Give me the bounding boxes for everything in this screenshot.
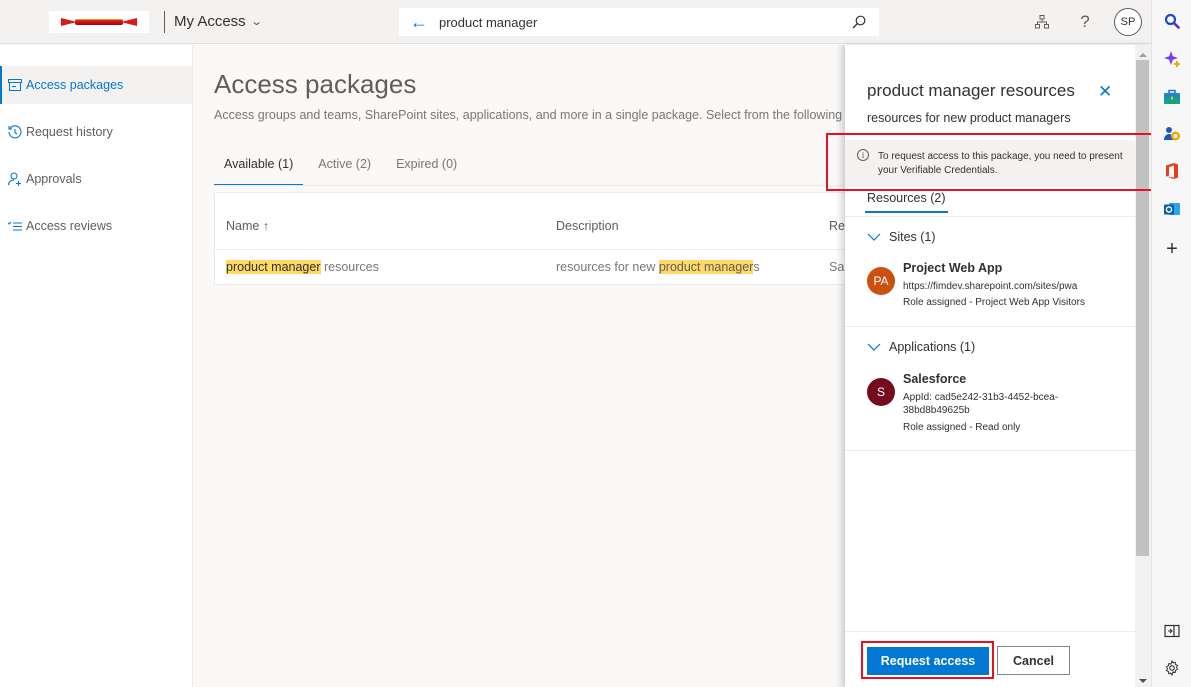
resource-avatar: PA	[867, 267, 895, 295]
verifiable-credentials-notice: i To request access to this package, you…	[845, 140, 1135, 187]
resource-name: Project Web App	[903, 261, 1003, 275]
cancel-button[interactable]: Cancel	[997, 646, 1070, 675]
checklist-icon	[7, 221, 22, 231]
tab-resources[interactable]: Resources (2)	[865, 191, 947, 213]
table-row-name[interactable]: product manager resources	[226, 260, 379, 274]
search-highlight: product manager	[226, 260, 321, 274]
search-input[interactable]	[439, 14, 839, 30]
office-icon[interactable]	[1162, 161, 1182, 181]
settings-icon[interactable]	[1162, 658, 1182, 678]
app-switcher[interactable]: My Access ⌄	[174, 13, 263, 30]
package-details-panel: product manager resources ✕ resources fo…	[845, 45, 1151, 687]
people-icon[interactable]	[1162, 124, 1182, 144]
back-arrow-icon[interactable]: ←	[399, 12, 439, 33]
my-access-app: My Access ⌄ ← ? SP Access packages Reque…	[0, 0, 1151, 687]
desc-suffix: s	[753, 260, 760, 274]
split-screen-icon[interactable]	[1162, 621, 1182, 641]
resource-item: PA Project Web App https://fimdev.sharep…	[867, 261, 1127, 327]
resources-divider	[845, 216, 1135, 217]
request-access-button[interactable]: Request access	[867, 647, 989, 675]
tab-expired[interactable]: Expired (0)	[386, 146, 467, 186]
search-highlight: product manager	[658, 260, 754, 274]
group-sites-toggle[interactable]: Sites (1)	[867, 230, 936, 244]
footer-divider	[845, 631, 1135, 632]
group-label: Sites (1)	[889, 230, 936, 244]
panel-subtitle: resources for new product managers	[867, 111, 1071, 125]
sidebar-item-access-packages[interactable]: Access packages	[0, 66, 192, 104]
chevron-down-icon	[867, 343, 881, 351]
sidebar-item-approvals[interactable]: Approvals	[0, 160, 192, 198]
table-row-description: resources for new product managers	[556, 260, 760, 274]
sidebar-item-label: Access packages	[26, 78, 124, 92]
column-header-description[interactable]: Description	[556, 219, 619, 233]
history-icon	[8, 125, 22, 139]
resource-name: Salesforce	[903, 372, 967, 386]
resource-avatar: S	[867, 378, 895, 406]
group-applications-toggle[interactable]: Applications (1)	[867, 340, 975, 354]
tools-icon[interactable]	[1162, 87, 1182, 107]
top-header: My Access ⌄ ← ? SP	[0, 0, 1151, 44]
search-icon[interactable]	[839, 15, 879, 29]
search-icon[interactable]	[1162, 11, 1182, 31]
logo-ribbon-icon	[61, 18, 137, 26]
tabs-divider	[214, 185, 854, 186]
browser-sidebar: +	[1151, 0, 1191, 687]
resource-app-id: AppId: cad5e242-31b3-4452-bcea-	[903, 392, 1059, 403]
help-icon[interactable]: ?	[1075, 12, 1095, 32]
resource-role: Role assigned - Read only	[903, 422, 1021, 433]
company-logo[interactable]	[49, 11, 149, 33]
package-tabs: Available (1) Active (2) Expired (0)	[214, 146, 472, 186]
org-chart-icon[interactable]	[1032, 12, 1052, 32]
panel-title: product manager resources	[867, 81, 1075, 100]
packages-table: Name ↑ Description Res product manager r…	[214, 192, 854, 285]
scroll-down-arrow-icon[interactable]	[1139, 679, 1147, 683]
person-add-icon	[7, 172, 21, 186]
package-icon	[8, 79, 22, 91]
column-header-name[interactable]: Name ↑	[226, 219, 269, 233]
notice-text: To request access to this package, you n…	[878, 151, 1123, 176]
desc-text: resources for new	[556, 260, 659, 274]
left-navigation: Access packages Request history Approval…	[0, 45, 193, 687]
resource-role: Role assigned - Project Web App Visitors	[903, 297, 1085, 308]
sidebar-item-request-history[interactable]: Request history	[0, 113, 192, 151]
sidebar-item-label: Approvals	[26, 172, 82, 186]
copilot-icon[interactable]	[1162, 49, 1182, 69]
resource-item: S Salesforce AppId: cad5e242-31b3-4452-b…	[867, 372, 1127, 448]
group-divider	[845, 450, 1135, 451]
scroll-up-arrow-icon[interactable]	[1139, 53, 1147, 57]
page-description: Access groups and teams, SharePoint site…	[214, 108, 860, 122]
name-text: resources	[320, 260, 379, 274]
sidebar-item-label: Access reviews	[26, 219, 113, 233]
sidebar-item-access-reviews[interactable]: Access reviews	[0, 207, 192, 245]
tab-active[interactable]: Active (2)	[308, 146, 381, 186]
close-icon[interactable]: ✕	[1098, 82, 1112, 102]
scroll-thumb[interactable]	[1136, 60, 1149, 556]
search-box: ←	[399, 8, 879, 36]
chevron-down-icon	[867, 233, 881, 241]
user-avatar[interactable]: SP	[1114, 8, 1142, 36]
group-label: Applications (1)	[889, 340, 976, 354]
sidebar-item-label: Request history	[26, 125, 113, 139]
header-divider	[164, 11, 165, 33]
page-title: Access packages	[214, 69, 417, 99]
tab-available[interactable]: Available (1)	[214, 146, 304, 186]
group-divider	[845, 326, 1135, 327]
info-icon: i	[857, 149, 869, 161]
outlook-icon[interactable]	[1162, 199, 1182, 219]
add-icon[interactable]: +	[1162, 238, 1182, 260]
chevron-down-icon: ⌄	[249, 16, 263, 28]
row-divider	[215, 249, 853, 250]
resource-url: https://fimdev.sharepoint.com/sites/pwa	[903, 281, 1078, 292]
resource-app-id-cont: 38bd8b49625b	[903, 405, 970, 416]
app-name-label: My Access	[174, 13, 246, 30]
panel-shadow	[835, 45, 845, 687]
panel-scrollbar[interactable]	[1135, 45, 1151, 687]
